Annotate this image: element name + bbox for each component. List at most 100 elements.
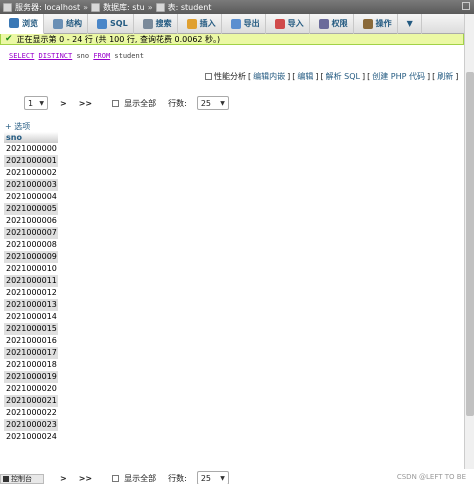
table-row[interactable]: 2021000009 [4,251,58,263]
table-icon [155,2,165,12]
sql-keyword-select[interactable]: SELECT [9,52,34,60]
show-all-checkbox-bottom[interactable] [112,474,120,482]
tab-import[interactable]: 导入 [266,13,310,34]
browse-icon [9,18,19,28]
table-row[interactable]: 2021000019 [4,371,58,383]
console-label: 控制台 [11,475,32,483]
tab-privileges[interactable]: 权限 [310,13,354,34]
refresh-link[interactable]: 刷新 [437,71,453,82]
breadcrumb-separator: » [83,2,89,12]
window-control-icon[interactable] [462,2,470,10]
table-row[interactable]: 2021000021 [4,395,58,407]
tab-structure[interactable]: 结构 [44,13,88,34]
import-icon [274,18,285,29]
table-row[interactable]: 2021000014 [4,311,58,323]
inline-edit-link[interactable]: 编辑内嵌 [253,71,285,82]
tab-label: SQL [110,19,128,28]
create-php-link[interactable]: 创建 PHP 代码 [372,71,425,82]
edit-link[interactable]: 编辑 [297,71,313,82]
tab-sql[interactable]: SQL [88,13,134,34]
table-row[interactable]: 2021000012 [4,287,58,299]
rows-label: 行数: [168,98,187,108]
tab-search[interactable]: 搜索 [134,13,178,34]
explain-sql-link[interactable]: 解析 SQL [326,71,360,82]
pager-top: 1 ▼ > >> 显示全部 行数: 25 ▼ [24,96,229,110]
table-row[interactable]: 2021000006 [4,215,58,227]
chevron-down-icon: ▼ [406,19,413,28]
tab-browse[interactable]: 浏览 [0,13,44,34]
chevron-down-icon: ▼ [220,99,225,107]
breadcrumb-server[interactable]: 服务器: localhost [15,2,80,13]
table-row[interactable]: 2021000004 [4,191,58,203]
watermark: CSDN @LEFT TO BE [396,473,466,481]
console-button[interactable]: 控制台 [0,474,44,484]
console-icon [3,476,9,482]
show-all-checkbox[interactable] [112,99,120,107]
sql-table: student [114,52,144,60]
breadcrumb-table[interactable]: 表: student [168,2,212,13]
table-row[interactable]: 2021000018 [4,359,58,371]
show-all-label: 显示全部 [124,98,157,108]
table-row[interactable]: 2021000008 [4,239,58,251]
chevron-down-icon: ▼ [39,99,44,107]
last-page-button[interactable]: >> [79,99,92,108]
table-row[interactable]: 2021000016 [4,335,58,347]
breadcrumb-database[interactable]: 数据库: stu [103,2,145,13]
structure-icon [53,18,63,29]
tab-label: 导出 [243,19,260,28]
rows-select[interactable]: 25 ▼ [196,96,229,110]
sql-icon [97,18,107,29]
next-page-button[interactable]: > [60,99,67,108]
sql-keyword-distinct[interactable]: DISTINCT [39,52,73,60]
tab-label: 搜索 [155,19,172,28]
success-message: ✔ 正在显示第 0 - 24 行 (共 100 行, 查询花费 0.0062 秒… [0,34,464,45]
tab-label: 导入 [287,19,304,28]
tab-bar: 浏览 结构 SQL 搜索 插入 导出 导入 权限 操作 ▼ [0,13,464,34]
table-row[interactable]: 2021000020 [4,383,58,395]
column-header-sno[interactable]: sno [4,132,58,143]
table-row[interactable]: 2021000015 [4,323,58,335]
table-row[interactable]: 2021000023 [4,419,58,431]
privileges-icon [318,18,329,29]
table-row[interactable]: 2021000010 [4,263,58,275]
show-all-label-bottom: 显示全部 [124,473,157,483]
more-tabs-button[interactable]: ▼ [398,13,422,34]
database-icon [91,2,101,12]
tab-operations[interactable]: 操作 [354,13,398,34]
tab-label: 插入 [199,19,216,28]
next-page-button-bottom[interactable]: > [60,474,67,483]
table-row[interactable]: 2021000022 [4,407,58,419]
page-select[interactable]: 1 ▼ [24,96,48,110]
table-row[interactable]: 2021000017 [4,347,58,359]
tab-insert[interactable]: 插入 [178,13,222,34]
table-row[interactable]: 2021000001 [4,155,58,167]
vertical-scrollbar[interactable] [464,14,474,469]
tab-label: 权限 [331,19,348,28]
profiling-label: 性能分析 [214,72,246,81]
checkmark-icon: ✔ [5,34,13,44]
chevron-down-icon: ▼ [220,474,225,482]
sql-column: sno [76,52,90,60]
table-row[interactable]: 2021000003 [4,179,58,191]
table-row[interactable]: 2021000013 [4,299,58,311]
table-row[interactable]: 2021000007 [4,227,58,239]
sql-keyword-from[interactable]: FROM [93,52,110,60]
insert-icon [186,18,197,29]
scrollbar-thumb[interactable] [466,72,474,416]
tab-label: 浏览 [22,18,38,28]
query-action-links: 性能分析 [编辑内嵌] [编辑] [解析 SQL] [创建 PHP 代码] [刷… [205,71,463,82]
table-row[interactable]: 2021000000 [4,143,58,155]
rows-label-bottom: 行数: [168,473,187,483]
operations-icon [362,18,373,29]
profiling-checkbox[interactable] [205,73,212,80]
table-row[interactable]: 2021000011 [4,275,58,287]
rows-select-bottom[interactable]: 25 ▼ [196,471,229,484]
table-row[interactable]: 2021000002 [4,167,58,179]
tab-label: 操作 [375,19,392,28]
tab-export[interactable]: 导出 [222,13,266,34]
table-row[interactable]: 2021000024 [4,431,58,443]
options-toggle[interactable]: + 选项 [5,121,30,132]
table-row[interactable]: 2021000005 [4,203,58,215]
sql-query-box: SELECT DISTINCT sno FROM student [4,45,462,67]
last-page-button-bottom[interactable]: >> [79,474,92,483]
